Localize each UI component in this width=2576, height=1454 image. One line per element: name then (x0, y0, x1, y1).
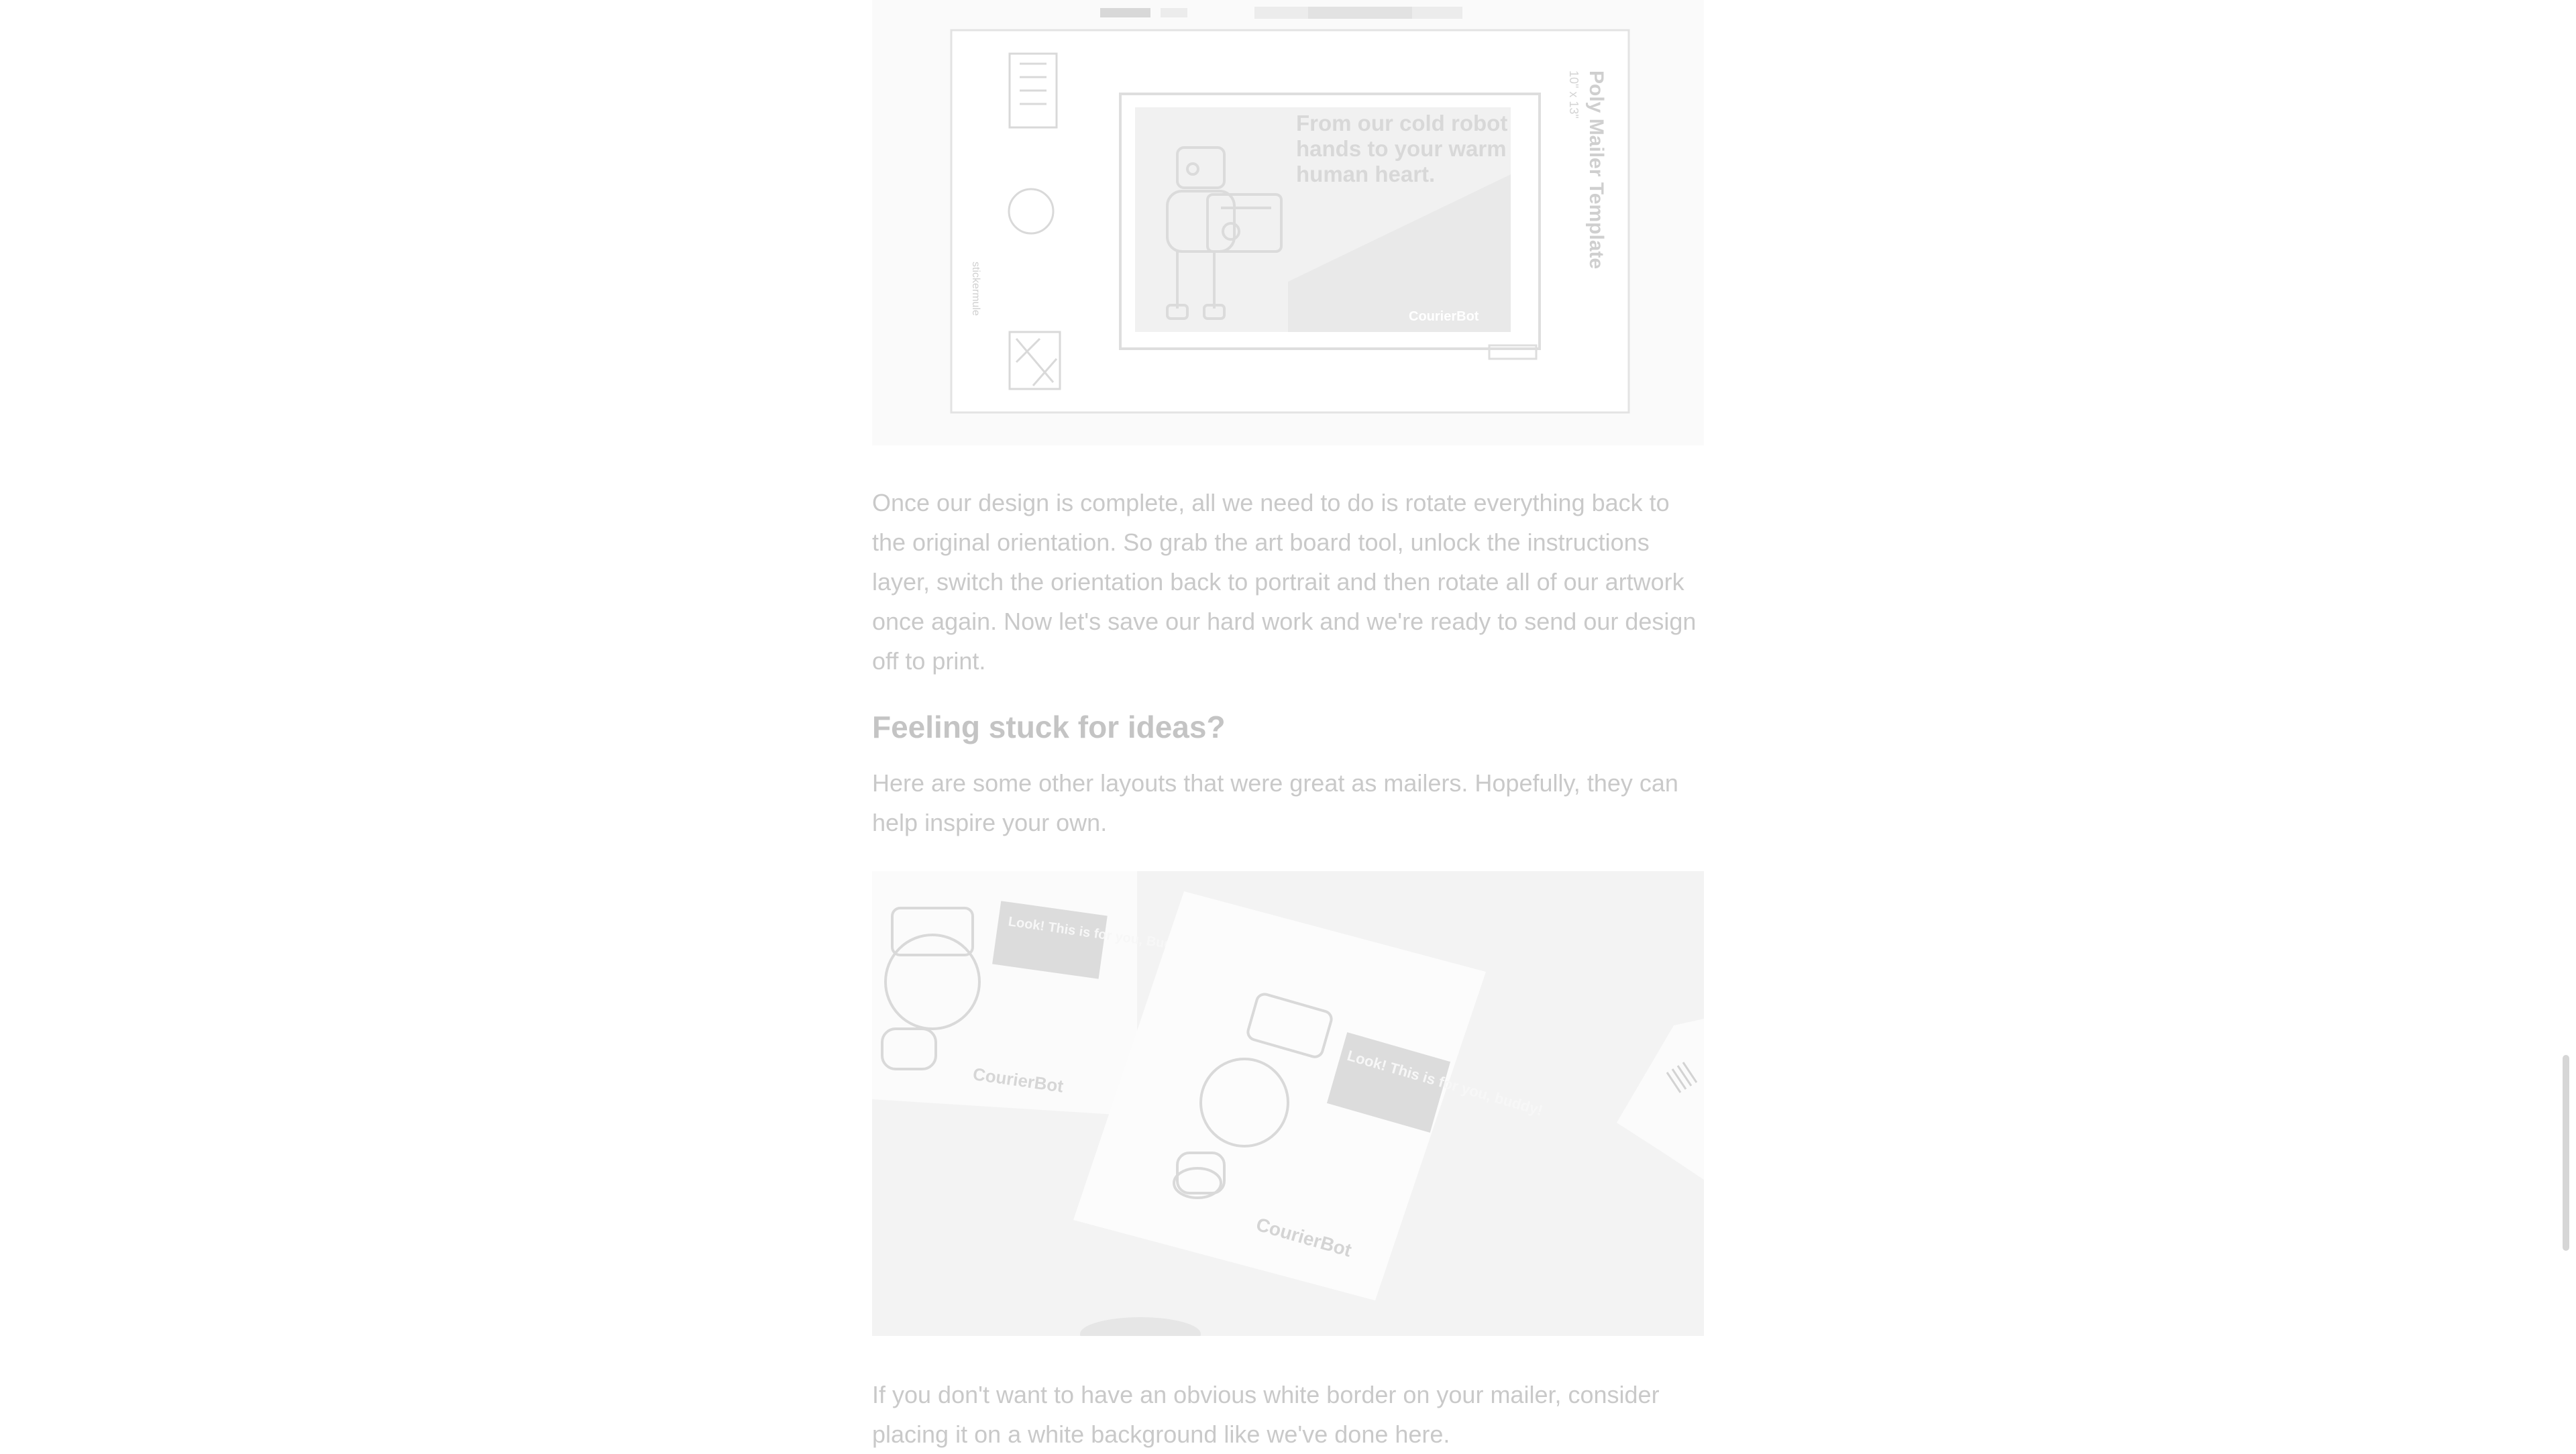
mailer-footer-brand: CourierBot (1409, 309, 1479, 324)
template-illustration: stickermule From our cold robot hands to… (950, 7, 1630, 414)
paragraph-layouts: Here are some other layouts that were gr… (872, 769, 1678, 836)
template-figure: stickermule From our cold robot hands to… (872, 0, 1704, 445)
toolbar-hint-bar (1161, 8, 1187, 17)
paragraph-white-border: If you don't want to have an obvious whi… (872, 1381, 1660, 1448)
toolbar-hint-bar (1100, 8, 1150, 17)
mailer-headline-line-2: hands to your warm (1296, 136, 1507, 161)
mailer-photo: Look! This is for you, Buddy. CourierBot… (872, 871, 1704, 1336)
mailer-headline-line-1: From our cold robot (1296, 111, 1507, 135)
toolbar-hint-bar (1308, 7, 1412, 19)
section-heading: Feeling stuck for ideas? (872, 710, 1226, 744)
mailer-photo-illustration: Look! This is for you, Buddy. CourierBot… (872, 871, 1704, 1336)
mailer-headline-line-3: human heart. (1296, 162, 1435, 186)
paragraph-rotate-back: Once our design is complete, all we need… (872, 489, 1697, 675)
brand-label: stickermule (970, 262, 981, 316)
template-size: 10" x 13" (1567, 70, 1580, 119)
page: stickermule From our cold robot hands to… (0, 0, 2576, 1448)
scrollbar-thumb[interactable] (2563, 1055, 2569, 1251)
template-title: Poly Mailer Template (1585, 70, 1607, 269)
